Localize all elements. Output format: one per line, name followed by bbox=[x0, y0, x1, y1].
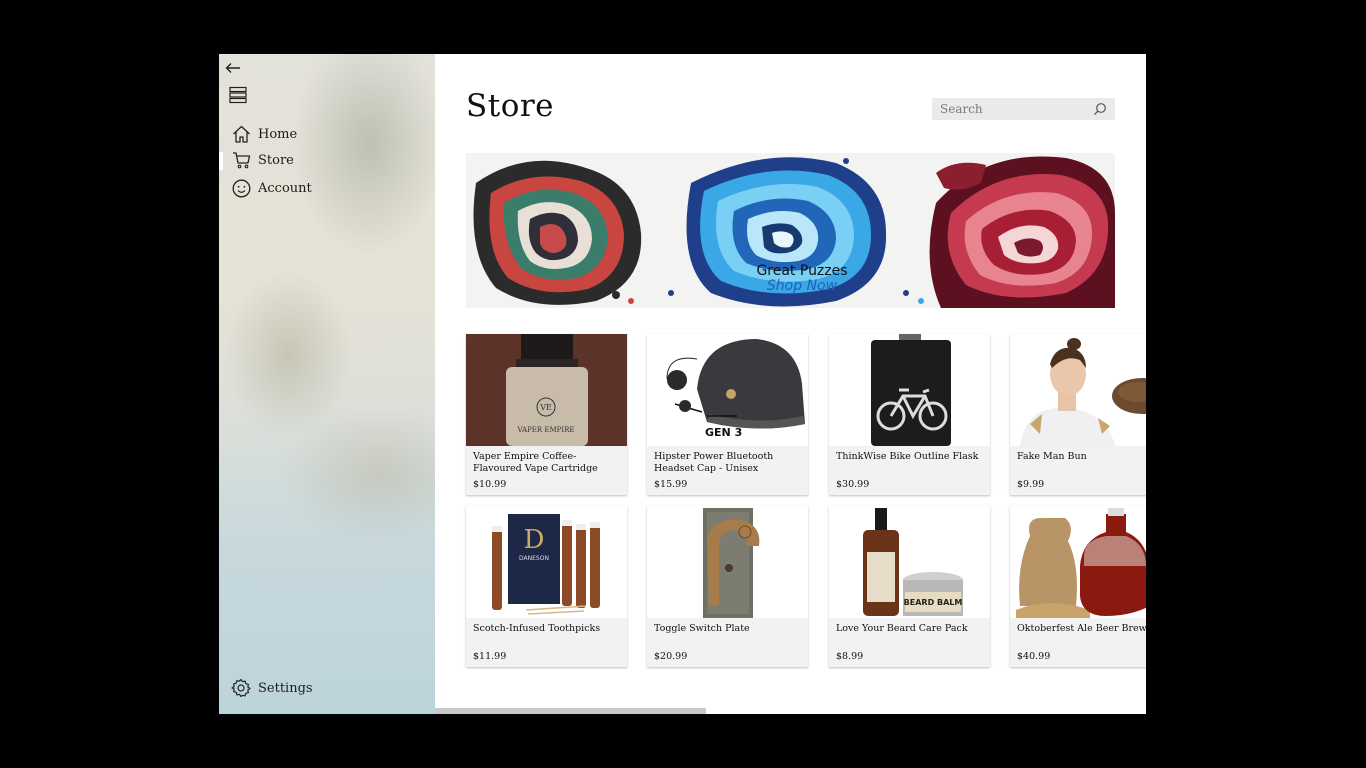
product-name: Oktoberfest Ale Beer Brewing Kit bbox=[1017, 623, 1146, 634]
sidebar-item-account[interactable]: Account bbox=[219, 175, 435, 201]
product-image bbox=[647, 506, 808, 618]
product-name: Fake Man Bun bbox=[1017, 451, 1087, 462]
back-button[interactable] bbox=[225, 58, 249, 78]
product-image: VE VAPER EMPIRE bbox=[466, 334, 627, 446]
product-card-vape-cartridge[interactable]: VE VAPER EMPIRE Vaper Empire Coffee-Flav… bbox=[466, 334, 627, 495]
sidebar: Home Store Account Settings bbox=[219, 54, 435, 714]
sidebar-item-settings[interactable]: Settings bbox=[219, 675, 435, 701]
product-name: Scotch-Infused Toothpicks bbox=[473, 623, 601, 634]
sidebar-item-label: Home bbox=[258, 126, 298, 142]
product-price: $40.99 bbox=[1017, 651, 1051, 662]
gear-icon bbox=[230, 677, 252, 699]
product-price: $30.99 bbox=[836, 479, 870, 490]
product-card-bike-flask[interactable]: ThinkWise Bike Outline Flask $30.99 bbox=[829, 334, 990, 495]
product-price: $9.99 bbox=[1017, 479, 1045, 490]
product-card-beard-care[interactable]: BEARD BALM Love Your Beard Care Pack $8.… bbox=[829, 506, 990, 667]
product-price: $15.99 bbox=[654, 479, 688, 490]
sidebar-item-home[interactable]: Home bbox=[219, 121, 435, 147]
menu-button[interactable] bbox=[229, 84, 251, 106]
main-content: Store Search Great Puzzes Shop Now VE VA… bbox=[435, 54, 1146, 714]
product-card-toothpicks[interactable]: D DANESON Scotch-Infused Toothpicks $11.… bbox=[466, 506, 627, 667]
product-image bbox=[829, 334, 990, 446]
search-box bbox=[932, 98, 1115, 120]
smiley-icon bbox=[230, 177, 252, 199]
svg-text:VE: VE bbox=[539, 403, 552, 412]
shop-now-link[interactable]: Shop Now bbox=[742, 278, 862, 294]
back-arrow-icon bbox=[225, 63, 240, 73]
app-window: Home Store Account Settings Store Search… bbox=[219, 54, 1146, 714]
search-icon[interactable] bbox=[1093, 102, 1107, 116]
product-name: Toggle Switch Plate bbox=[654, 623, 750, 634]
product-card-headset-cap[interactable]: GEN 3 Hipster Power Bluetooth Headset Ca… bbox=[647, 334, 808, 495]
hamburger-icon bbox=[229, 86, 247, 104]
search-input[interactable] bbox=[932, 101, 1092, 117]
banner-title: Great Puzzes bbox=[756, 263, 848, 279]
banner-caption: Great Puzzes Shop Now bbox=[742, 263, 862, 294]
svg-text:DANESON: DANESON bbox=[519, 555, 549, 562]
product-card-switch-plate[interactable]: Toggle Switch Plate $20.99 bbox=[647, 506, 808, 667]
sidebar-item-store[interactable]: Store bbox=[219, 147, 435, 173]
product-image: D DANESON bbox=[466, 506, 627, 618]
product-price: $10.99 bbox=[473, 479, 507, 490]
product-price: $20.99 bbox=[654, 651, 688, 662]
svg-text:D: D bbox=[524, 525, 545, 555]
home-icon bbox=[230, 123, 252, 145]
product-name: Hipster Power Bluetooth Headset Cap - Un… bbox=[654, 451, 774, 474]
product-image: GEN 3 bbox=[647, 334, 808, 446]
sidebar-item-label: Settings bbox=[258, 680, 313, 696]
horizontal-scrollbar[interactable] bbox=[435, 708, 706, 714]
product-image: BEARD BALM bbox=[829, 506, 990, 618]
sidebar-item-label: Account bbox=[258, 180, 312, 196]
page-title: Store bbox=[466, 88, 555, 124]
sidebar-item-label: Store bbox=[258, 152, 294, 168]
product-card-man-bun[interactable]: Fake Man Bun $9.99 bbox=[1010, 334, 1146, 495]
product-price: $11.99 bbox=[473, 651, 507, 662]
product-name: Vaper Empire Coffee-Flavoured Vape Cartr… bbox=[473, 451, 598, 474]
product-card-beer-kit[interactable]: Oktoberfest Ale Beer Brewing Kit $40.99 bbox=[1010, 506, 1146, 667]
product-image bbox=[1010, 506, 1146, 618]
product-name: ThinkWise Bike Outline Flask bbox=[836, 451, 979, 462]
product-price: $8.99 bbox=[836, 651, 864, 662]
svg-text:BEARD BALM: BEARD BALM bbox=[904, 598, 963, 607]
promo-banner[interactable]: Great Puzzes Shop Now bbox=[466, 153, 1115, 308]
svg-text:VAPER EMPIRE: VAPER EMPIRE bbox=[516, 426, 574, 434]
cart-icon bbox=[230, 149, 252, 171]
svg-text:GEN 3: GEN 3 bbox=[705, 426, 742, 439]
product-image bbox=[1010, 334, 1146, 446]
product-name: Love Your Beard Care Pack bbox=[836, 623, 968, 634]
